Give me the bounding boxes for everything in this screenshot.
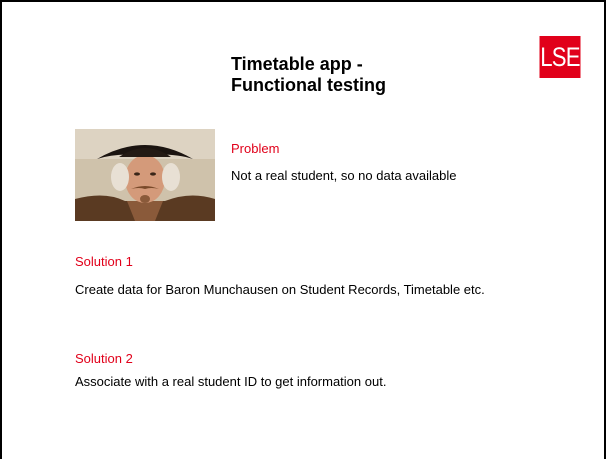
problem-label: Problem [231,141,280,156]
solution-2-label: Solution 2 [75,351,133,366]
slide-title: Timetable app - Functional testing [231,54,386,96]
solution-1-label: Solution 1 [75,254,133,269]
solution-1-text: Create data for Baron Munchausen on Stud… [75,282,485,297]
solution-2-text: Associate with a real student ID to get … [75,374,387,389]
problem-text: Not a real student, so no data available [231,168,457,183]
title-line-1: Timetable app - [231,54,363,74]
baron-munchausen-photo [75,129,215,221]
title-line-2: Functional testing [231,75,386,95]
portrait-illustration [75,129,215,221]
slide: Timetable app - Functional testing LSE P… [0,0,606,459]
lse-logo: LSE [539,36,581,78]
